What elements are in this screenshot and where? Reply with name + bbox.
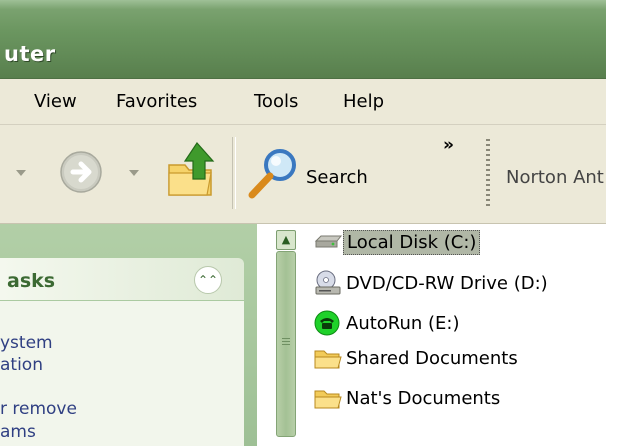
menu-tools[interactable]: Tools — [254, 91, 298, 112]
toolbar-separator — [232, 137, 236, 209]
task-group-header[interactable]: asks ⌃⌃ — [0, 258, 244, 300]
menu-help[interactable]: Help — [343, 91, 384, 112]
folder-icon — [314, 350, 342, 369]
collapse-chevron-icon[interactable]: ⌃⌃ — [194, 266, 222, 294]
task-link-view-system[interactable]: ystem — [0, 333, 53, 353]
cd-drive-icon — [315, 270, 341, 295]
file-item-local-disk[interactable]: Local Disk (C:) — [313, 227, 481, 257]
toolbar-grip[interactable] — [486, 139, 490, 209]
file-item-dvd-drive[interactable]: DVD/CD-RW Drive (D:) — [313, 268, 551, 298]
task-link-add-remove[interactable]: r remove — [0, 399, 77, 419]
up-folder-icon[interactable] — [163, 139, 221, 199]
file-item-autorun[interactable]: AutoRun (E:) — [313, 308, 463, 338]
menu-favorites[interactable]: Favorites — [116, 91, 197, 112]
toolbar: Search » Norton Ant — [0, 125, 620, 224]
file-label: DVD/CD-RW Drive (D:) — [346, 272, 548, 294]
task-link-information[interactable]: ation — [0, 355, 43, 375]
file-label: AutoRun (E:) — [346, 312, 460, 334]
file-item-nats-documents[interactable]: Nat's Documents — [313, 383, 503, 413]
scrollbar-thumb[interactable] — [276, 251, 296, 437]
scroll-up-icon[interactable]: ▲ — [276, 230, 296, 250]
forward-dropdown-icon[interactable] — [127, 167, 141, 179]
file-label: Local Disk (C:) — [343, 229, 481, 255]
window-edge — [606, 0, 620, 446]
autorun-phone-icon — [314, 310, 340, 336]
task-pane: asks ⌃⌃ ystem ation r remove ams — [0, 224, 257, 446]
file-label: Nat's Documents — [346, 387, 501, 409]
file-item-shared-documents[interactable]: Shared Documents — [313, 343, 521, 373]
task-group-body: ystem ation r remove ams — [0, 301, 244, 446]
back-dropdown-icon[interactable] — [14, 167, 28, 179]
menu-bar: View Favorites Tools Help — [0, 79, 620, 125]
search-icon[interactable] — [246, 145, 302, 201]
file-label: Shared Documents — [346, 347, 518, 369]
norton-antivirus-button[interactable]: Norton Ant — [506, 167, 604, 188]
folder-icon — [314, 390, 342, 409]
task-group-title: asks — [7, 270, 56, 292]
title-bar[interactable]: uter — [0, 0, 620, 79]
forward-icon[interactable] — [57, 148, 105, 196]
window-title: uter — [4, 42, 56, 66]
task-link-programs[interactable]: ams — [0, 422, 36, 442]
menu-view[interactable]: View — [34, 91, 77, 112]
toolbar-more-chevron[interactable]: » — [443, 135, 454, 155]
search-button[interactable]: Search — [306, 167, 368, 188]
hard-drive-icon — [314, 235, 343, 248]
